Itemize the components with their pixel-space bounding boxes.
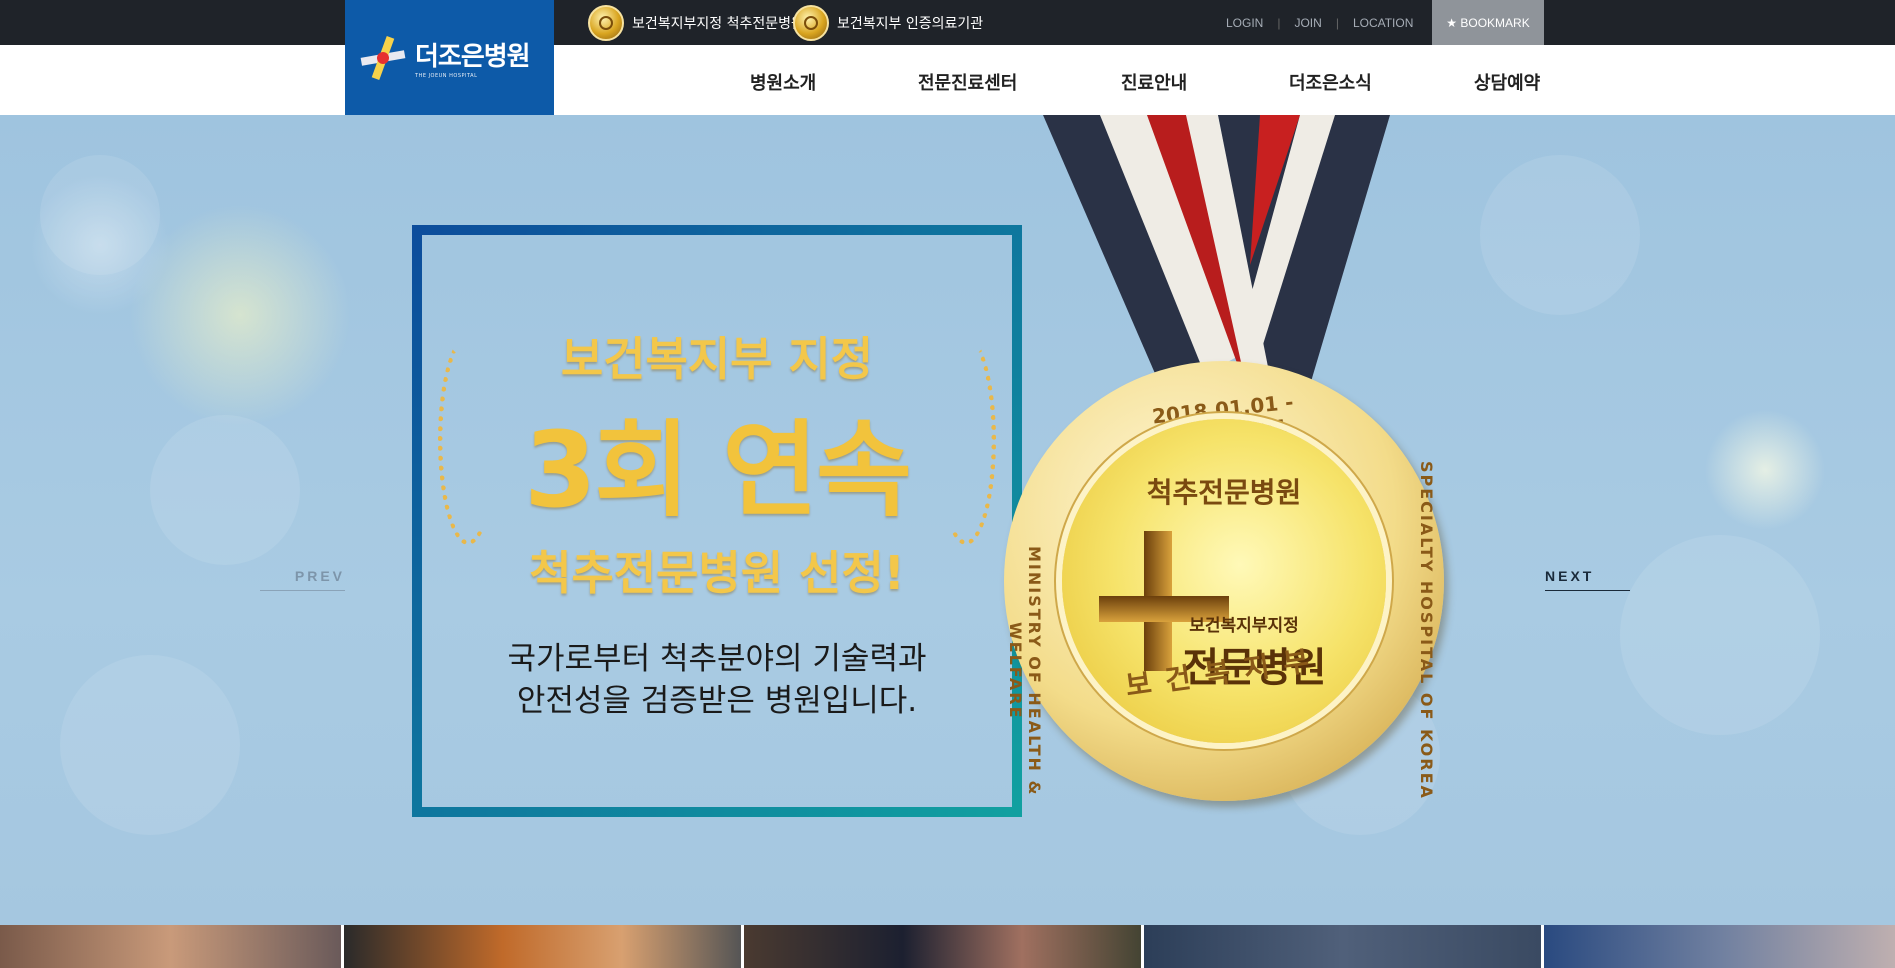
bottom-thumbnail-strip	[0, 925, 1895, 968]
specialty-seal-icon	[588, 5, 624, 41]
specialty-medal: 2018.01.01 - 2020.12.31 MINISTRY OF HEAL…	[1004, 361, 1444, 801]
bokeh-light	[60, 655, 240, 835]
certification-label: 보건복지부 인증의료기관	[837, 16, 984, 32]
location-link[interactable]: LOCATION	[1353, 16, 1413, 30]
description-line: 안전성을 검증받은 병원입니다.	[516, 683, 918, 719]
prev-button[interactable]: PREV	[260, 568, 345, 591]
medal-specialty-label: 척추전문병원	[1146, 476, 1302, 509]
accreditation-seal-icon	[793, 5, 829, 41]
logo-subtitle: THE JOEUN HOSPITAL	[415, 73, 478, 79]
medal-center	[1062, 419, 1386, 743]
bookmark-button[interactable]: ★ BOOKMARK	[1432, 0, 1544, 45]
divider: |	[1277, 15, 1281, 30]
certification-badge-accredited: 보건복지부 인증의료기관	[793, 5, 984, 41]
thumbnail-image[interactable]	[1144, 925, 1541, 968]
nav-item-news[interactable]: 더조은소식	[1289, 69, 1372, 94]
thumbnail-image[interactable]	[344, 925, 741, 968]
medal-specialty-english: SPECIALTY HOSPITAL OF KOREA	[1417, 461, 1436, 800]
hospital-logo[interactable]: 더조은병원 THE JOEUN HOSPITAL	[345, 0, 554, 115]
medal-ministry-english: MINISTRY OF HEALTH & WELFARE	[1006, 545, 1044, 797]
headline-bottom: 척추전문병원 선정!	[529, 546, 905, 600]
nav-item-guide[interactable]: 진료안내	[1121, 69, 1187, 94]
join-link[interactable]: JOIN	[1294, 16, 1321, 30]
next-button[interactable]: NEXT	[1545, 568, 1630, 591]
thumbnail-image[interactable]	[1544, 925, 1895, 968]
medal-ribbon	[1043, 115, 1390, 385]
description-line: 국가로부터 척추분야의 기술력과	[507, 641, 927, 677]
hero-banner: PREV NEXT 보건복지부 지정 3회 연속 척추전문병원 선정! 국가로부…	[0, 115, 1895, 925]
nav-item-reservation[interactable]: 상담예약	[1474, 69, 1540, 94]
divider: |	[1335, 15, 1339, 30]
nav-item-centers[interactable]: 전문진료센터	[918, 69, 1017, 94]
bokeh-light	[1620, 535, 1820, 735]
thumbnail-image[interactable]	[744, 925, 1141, 968]
top-bar: 보건복지부지정 척추전문병원 보건복지부 인증의료기관 LOGIN | JOIN…	[0, 0, 1895, 45]
bokeh-light	[150, 415, 300, 565]
logo-name: 더조은병원	[415, 42, 531, 72]
certification-label: 보건복지부지정 척추전문병원	[632, 16, 804, 32]
main-navigation: 병원소개 전문진료센터 진료안내 더조은소식 상담예약	[0, 45, 1895, 115]
nav-item-about[interactable]: 병원소개	[750, 69, 816, 94]
login-link[interactable]: LOGIN	[1226, 16, 1263, 30]
utility-links: LOGIN | JOIN | LOCATION	[1226, 0, 1413, 45]
medal-designation: 보건복지부지정	[1189, 616, 1299, 636]
certification-badge-specialty: 보건복지부지정 척추전문병원	[588, 5, 804, 41]
logo-star-icon	[359, 34, 407, 82]
thumbnail-image[interactable]	[0, 925, 341, 968]
